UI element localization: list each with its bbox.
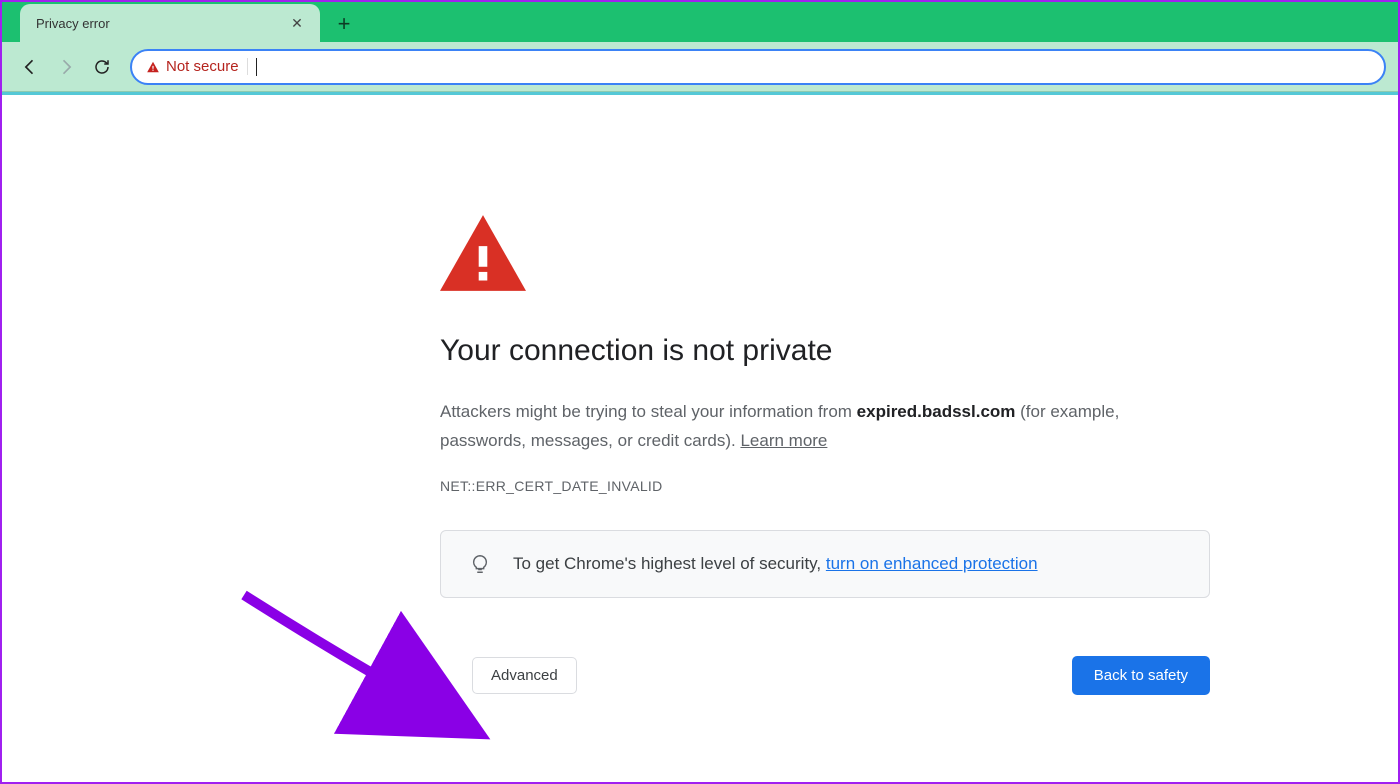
learn-more-link[interactable]: Learn more xyxy=(740,431,827,450)
promo-text-label: To get Chrome's highest level of securit… xyxy=(513,554,826,573)
page-content: Your connection is not private Attackers… xyxy=(2,95,1398,782)
back-to-safety-button[interactable]: Back to safety xyxy=(1072,656,1210,695)
button-row: Advanced Back to safety xyxy=(440,656,1210,695)
lightbulb-icon xyxy=(469,553,491,575)
privacy-error-interstitial: Your connection is not private Attackers… xyxy=(440,215,1210,695)
warning-triangle-icon xyxy=(146,60,160,74)
error-code: NET::ERR_CERT_DATE_INVALID xyxy=(440,478,1210,494)
toolbar: Not secure xyxy=(2,42,1398,92)
warning-icon xyxy=(440,215,1210,296)
back-button[interactable] xyxy=(14,51,46,83)
security-chip-label: Not secure xyxy=(166,58,239,75)
enhanced-protection-link[interactable]: turn on enhanced protection xyxy=(826,554,1038,573)
enhanced-protection-promo: To get Chrome's highest level of securit… xyxy=(440,530,1210,598)
desc-text-before: Attackers might be trying to steal your … xyxy=(440,402,857,421)
url-caret xyxy=(256,58,257,76)
promo-text: To get Chrome's highest level of securit… xyxy=(513,554,1038,574)
error-heading: Your connection is not private xyxy=(440,334,1210,368)
tab-strip: Privacy error ✕ + xyxy=(2,2,1398,42)
new-tab-button[interactable]: + xyxy=(326,6,362,42)
close-tab-icon[interactable]: ✕ xyxy=(286,12,308,34)
security-chip[interactable]: Not secure xyxy=(146,58,248,75)
browser-tab[interactable]: Privacy error ✕ xyxy=(20,4,320,42)
error-description: Attackers might be trying to steal your … xyxy=(440,398,1210,456)
tab-title: Privacy error xyxy=(36,16,286,31)
forward-button[interactable] xyxy=(50,51,82,83)
advanced-button[interactable]: Advanced xyxy=(472,657,577,694)
desc-domain: expired.badssl.com xyxy=(857,402,1016,421)
url-input[interactable] xyxy=(265,58,1374,75)
reload-button[interactable] xyxy=(86,51,118,83)
address-bar[interactable]: Not secure xyxy=(130,49,1386,85)
